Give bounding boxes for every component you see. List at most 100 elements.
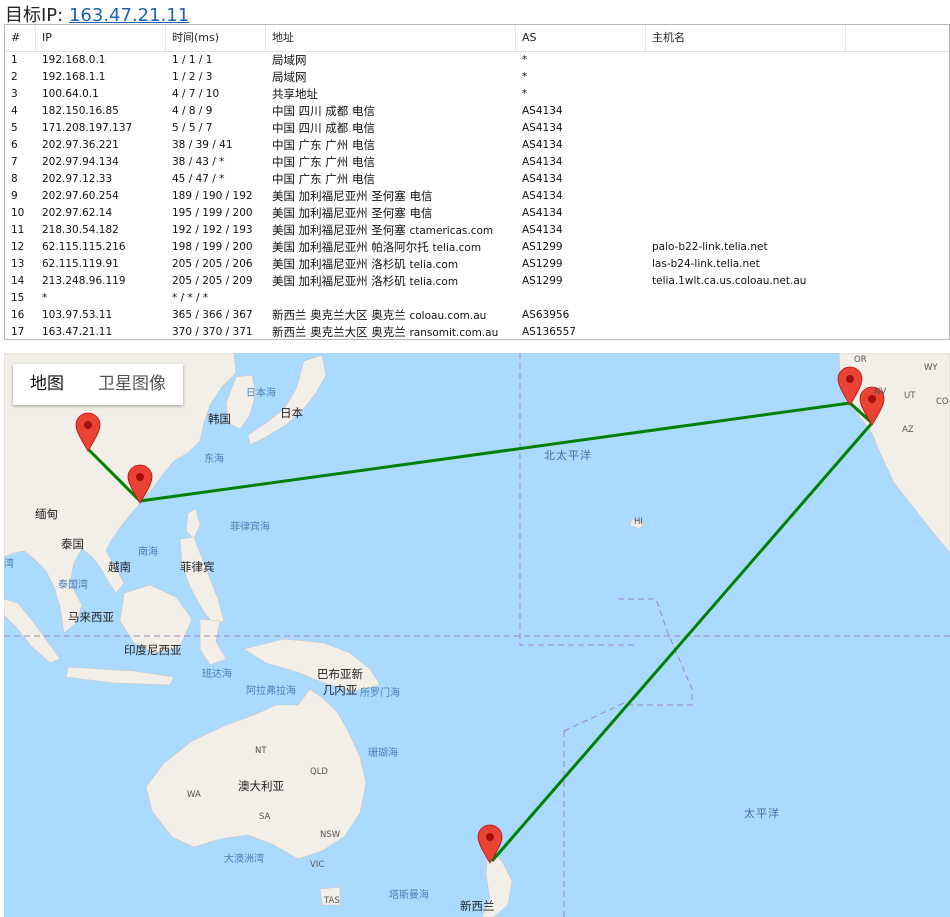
map-tab-satellite[interactable]: 卫星图像: [81, 364, 183, 405]
table-row[interactable]: 12 62.115.115.216 198 / 199 / 200 美国 加利福尼亚州…: [5, 239, 949, 256]
table-row[interactable]: 7 202.97.94.134 38 / 43 / * 中国 广东 广州 电信 AS41…: [5, 154, 949, 171]
label-co: CO: [936, 397, 949, 407]
label-wy: WY: [924, 363, 938, 373]
label-nt: NT: [255, 746, 267, 756]
label-nv: NV: [874, 387, 887, 397]
table-row[interactable]: 14 213.248.96.119 205 / 205 / 209 美国 加利福尼亚州…: [5, 273, 949, 290]
route-map[interactable]: 地图 卫星图像 日本海 韩国 日本 东海 菲律宾海 缅甸 泰国 湾 南海 越南 …: [4, 353, 950, 917]
cell-time: 205 / 205 / 206: [172, 258, 253, 270]
table-row[interactable]: 13 62.115.119.91 205 / 205 / 206 美国 加利福尼亚州 …: [5, 256, 949, 273]
label-az: AZ: [902, 425, 914, 435]
target-ip-caption: 目标IP:: [5, 5, 64, 26]
address-text: 新西兰 奥克兰大区 奥克兰: [272, 308, 406, 322]
label-korea: 韩国: [208, 412, 231, 426]
cell-hostname: [646, 154, 652, 171]
cell-ip: 192.168.1.1: [42, 71, 106, 83]
cell-ip: 213.248.96.119: [42, 275, 126, 287]
cell-as: [516, 290, 522, 307]
label-nsw: NSW: [320, 830, 341, 840]
cell-ip: 202.97.94.134: [42, 156, 119, 168]
cell-hostname: [646, 290, 652, 307]
address-text: 局域网: [272, 70, 307, 84]
map-tab-roadmap[interactable]: 地图: [13, 364, 81, 405]
column-header-num[interactable]: #: [5, 25, 36, 51]
table-row[interactable]: 11 218.30.54.182 192 / 192 / 193 美国 加利福尼亚州 …: [5, 222, 949, 239]
cell-num: 12: [11, 241, 25, 253]
table-row[interactable]: 9 202.97.60.254 189 / 190 / 192 美国 加利福尼亚州 圣…: [5, 188, 949, 205]
table-row[interactable]: 10 202.97.62.14 195 / 199 / 200 美国 加利福尼亚州 圣…: [5, 205, 949, 222]
table-row[interactable]: 4 182.150.16.85 4 / 8 / 9 中国 四川 成都 电信 AS4134: [5, 103, 949, 120]
cell-as: AS1299: [522, 241, 563, 253]
cell-address: 美国 加利福尼亚州 圣何塞 ctamericas.com: [266, 222, 493, 239]
cell-hostname: [646, 86, 652, 103]
label-myanmar: 缅甸: [35, 507, 58, 521]
cell-num: 9: [11, 190, 18, 202]
cell-address: 中国 广东 广州 电信: [266, 137, 375, 154]
address-text: 美国 加利福尼亚州 帕洛阿尔托: [272, 240, 429, 254]
table-row[interactable]: 1 192.168.0.1 1 / 1 / 1 局域网 *: [5, 52, 949, 69]
table-row[interactable]: 5 171.208.197.137 5 / 5 / 7 中国 四川 成都 电信 AS41…: [5, 120, 949, 137]
cell-ip: 202.97.62.14: [42, 207, 113, 219]
address-text: 中国 广东 广州 电信: [272, 138, 375, 152]
table-row[interactable]: 6 202.97.36.221 38 / 39 / 41 中国 广东 广州 电信 AS4…: [5, 137, 949, 154]
column-header-time[interactable]: 时间(ms): [166, 25, 266, 51]
table-row[interactable]: 17 163.47.21.11 370 / 370 / 371 新西兰 奥克兰大区 奥…: [5, 324, 949, 339]
cell-hostname: [646, 137, 652, 154]
table-row[interactable]: 15 * * / * / *: [5, 290, 949, 307]
label-sa: SA: [259, 812, 271, 822]
address-text: 中国 广东 广州 电信: [272, 155, 375, 169]
column-header-hostname[interactable]: 主机名: [646, 25, 846, 51]
cell-time: 192 / 192 / 193: [172, 224, 253, 236]
cell-hostname: las-b24-link.telia.net: [652, 258, 760, 270]
cell-hostname: [646, 188, 652, 205]
cell-hostname: telia.1wlt.ca.us.coloau.net.au: [652, 275, 807, 287]
label-tasman-sea: 塔斯曼海: [389, 890, 429, 901]
cell-address: 局域网: [266, 69, 307, 86]
label-south-sea: 南海: [138, 547, 158, 558]
cell-time: 205 / 205 / 209: [172, 275, 253, 287]
address-text: 美国 加利福尼亚州 圣何塞 电信: [272, 189, 433, 203]
cell-ip: 202.97.12.33: [42, 173, 113, 185]
label-japan: 日本: [280, 406, 303, 420]
address-text: 美国 加利福尼亚州 圣何塞 电信: [272, 206, 433, 220]
cell-num: 11: [11, 224, 25, 236]
cell-num: 10: [11, 207, 25, 219]
table-header: # IP 时间(ms) 地址 AS 主机名: [5, 25, 949, 52]
address-text: 美国 加利福尼亚州 圣何塞: [272, 223, 406, 237]
cell-num: 5: [11, 122, 18, 134]
map-type-toggle: 地图 卫星图像: [13, 364, 183, 405]
cell-hostname: [646, 205, 652, 222]
column-header-address[interactable]: 地址: [266, 25, 516, 51]
label-tas: TAS: [324, 896, 340, 906]
cell-ip: 163.47.21.11: [42, 326, 113, 338]
cell-num: 14: [11, 275, 25, 287]
column-header-ip[interactable]: IP: [36, 25, 166, 51]
label-australia: 澳大利亚: [238, 779, 284, 793]
cell-time: 198 / 199 / 200: [172, 241, 253, 253]
cell-time: 5 / 5 / 7: [172, 122, 213, 134]
cell-hostname: [646, 52, 652, 69]
cell-time: 1 / 2 / 3: [172, 71, 213, 83]
cell-ip: 202.97.36.221: [42, 139, 119, 151]
table-row[interactable]: 3 100.64.0.1 4 / 7 / 10 共享地址 *: [5, 86, 949, 103]
cell-as: AS4134: [522, 139, 563, 151]
cell-as: AS4134: [522, 156, 563, 168]
cell-time: 4 / 8 / 9: [172, 105, 213, 117]
label-indonesia: 印度尼西亚: [124, 643, 182, 657]
cell-as: AS4134: [522, 122, 563, 134]
cell-address: 中国 四川 成都 电信: [266, 120, 375, 137]
label-ut: UT: [904, 391, 916, 401]
cell-ip: 62.115.115.216: [42, 241, 126, 253]
table-row[interactable]: 16 103.97.53.11 365 / 366 / 367 新西兰 奥克兰大区 奥…: [5, 307, 949, 324]
label-thailand: 泰国: [61, 537, 84, 551]
cell-hostname: [646, 120, 652, 137]
table-row[interactable]: 2 192.168.1.1 1 / 2 / 3 局域网 *: [5, 69, 949, 86]
target-ip-link[interactable]: 163.47.21.11: [69, 5, 189, 26]
column-header-as[interactable]: AS: [516, 25, 646, 51]
label-hawaii: HI: [634, 517, 643, 527]
cell-address: 中国 四川 成都 电信: [266, 103, 375, 120]
cell-ip: *: [42, 292, 48, 304]
address-text: 中国 四川 成都 电信: [272, 121, 375, 135]
label-banda-sea: 班达海: [202, 669, 232, 680]
table-row[interactable]: 8 202.97.12.33 45 / 47 / * 中国 广东 广州 电信 AS413…: [5, 171, 949, 188]
